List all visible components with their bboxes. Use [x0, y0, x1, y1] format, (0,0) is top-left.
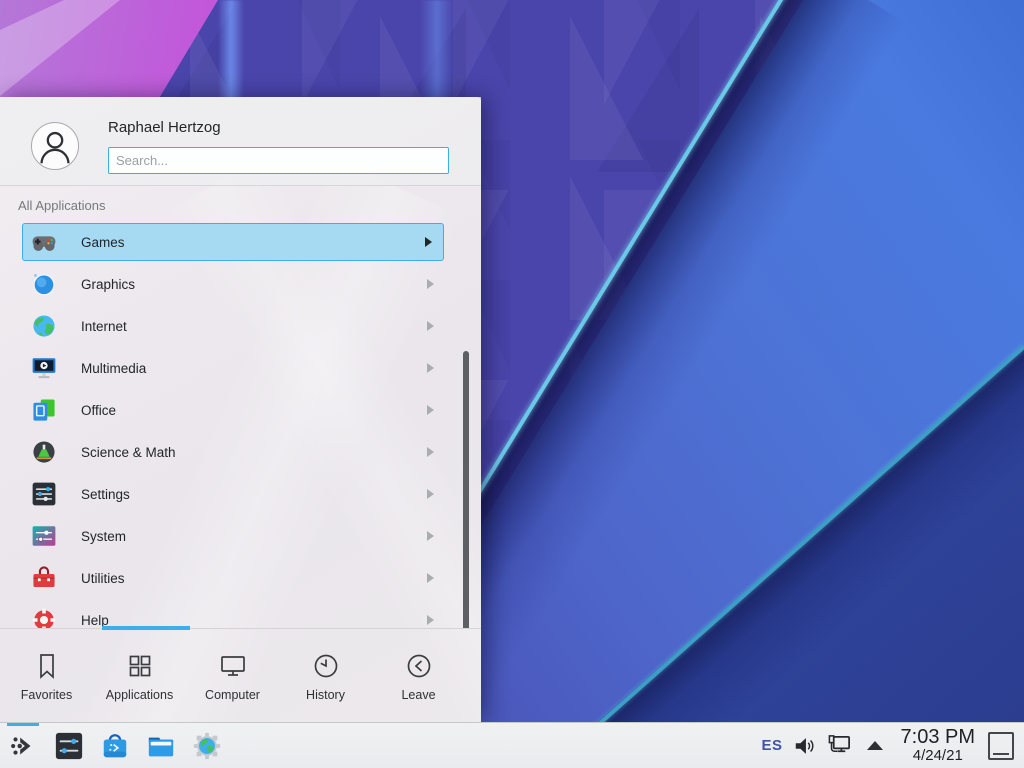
- taskbar-app-icons: [4, 723, 226, 768]
- category-row-settings[interactable]: Settings: [0, 473, 481, 515]
- bookmark-icon: [31, 650, 63, 682]
- sliders-icon: [31, 481, 57, 507]
- volume-icon[interactable]: [792, 733, 818, 759]
- clock-time: 7:03 PM: [901, 727, 975, 748]
- leave-icon: [403, 650, 435, 682]
- section-label: All Applications: [18, 198, 481, 213]
- tab-computer[interactable]: Computer: [186, 629, 279, 722]
- lifebuoy-icon: [31, 607, 57, 628]
- category-label: Science & Math: [81, 445, 176, 460]
- desktop: Raphael Hertzog All Applications Games: [0, 0, 1024, 768]
- flask-icon: [31, 439, 57, 465]
- category-row-help[interactable]: Help: [0, 599, 481, 628]
- grid-icon: [124, 650, 156, 682]
- system-settings-button[interactable]: [50, 723, 88, 768]
- show-desktop-button[interactable]: [988, 732, 1014, 760]
- keyboard-layout-indicator[interactable]: ES: [762, 737, 783, 754]
- category-row-games[interactable]: Games: [0, 221, 481, 263]
- submenu-arrow-icon: [427, 279, 434, 289]
- web-browser-button[interactable]: [188, 723, 226, 768]
- clock-date: 4/24/21: [901, 748, 975, 764]
- category-label: Office: [81, 403, 116, 418]
- active-app-indicator: [7, 723, 39, 726]
- launcher-tab-bar: Favorites Applications Computer: [0, 629, 481, 722]
- media-screen-icon: [31, 355, 57, 381]
- category-label: Internet: [81, 319, 127, 334]
- launcher-header: Raphael Hertzog: [0, 97, 481, 186]
- category-label: Graphics: [81, 277, 135, 292]
- category-row-internet[interactable]: Internet: [0, 305, 481, 347]
- tab-favorites[interactable]: Favorites: [0, 629, 93, 722]
- category-row-system[interactable]: System: [0, 515, 481, 557]
- wallpaper-gloss-streak: [420, 0, 454, 100]
- globe-icon: [31, 313, 57, 339]
- discover-button[interactable]: [96, 723, 134, 768]
- gamepad-icon: [31, 229, 57, 255]
- search-input[interactable]: [108, 147, 449, 174]
- digital-clock[interactable]: 7:03 PM 4/24/21: [897, 727, 979, 764]
- submenu-arrow-icon: [427, 363, 434, 373]
- kickoff-launcher-icon: [8, 731, 38, 761]
- application-launcher-button[interactable]: [4, 723, 42, 768]
- system-settings-icon: [54, 731, 84, 761]
- tab-applications[interactable]: Applications: [93, 629, 186, 722]
- toolbox-icon: [31, 565, 57, 591]
- submenu-arrow-icon: [427, 615, 434, 625]
- tab-leave[interactable]: Leave: [372, 629, 465, 722]
- system-sliders-icon: [31, 523, 57, 549]
- tab-label: Favorites: [21, 688, 72, 702]
- active-tab-indicator: [102, 626, 190, 630]
- category-row-office[interactable]: Office: [0, 389, 481, 431]
- submenu-arrow-icon: [427, 321, 434, 331]
- category-row-utilities[interactable]: Utilities: [0, 557, 481, 599]
- wallpaper-gloss-streak: [218, 0, 244, 100]
- category-row-science-math[interactable]: Science & Math: [0, 431, 481, 473]
- category-label: Multimedia: [81, 361, 146, 376]
- system-tray: ES 7:03 PM: [762, 727, 1024, 764]
- submenu-arrow-icon: [427, 489, 434, 499]
- tab-label: Computer: [205, 688, 260, 702]
- category-row-multimedia[interactable]: Multimedia: [0, 347, 481, 389]
- person-icon: [32, 123, 78, 169]
- list-scrollbar[interactable]: [463, 351, 469, 628]
- clock-icon: [310, 650, 342, 682]
- tab-label: Applications: [106, 688, 173, 702]
- category-label: Utilities: [81, 571, 125, 586]
- category-row-graphics[interactable]: Graphics: [0, 263, 481, 305]
- globe-gear-icon: [192, 731, 222, 761]
- taskbar-panel: ES 7:03 PM: [0, 722, 1024, 768]
- discover-bag-icon: [100, 731, 130, 761]
- folder-icon: [146, 731, 176, 761]
- monitor-icon: [217, 650, 249, 682]
- tab-label: History: [306, 688, 345, 702]
- tab-history[interactable]: History: [279, 629, 372, 722]
- submenu-arrow-icon: [427, 573, 434, 583]
- documents-icon: [31, 397, 57, 423]
- application-launcher-menu: Raphael Hertzog All Applications Games: [0, 97, 481, 722]
- file-manager-button[interactable]: [142, 723, 180, 768]
- sphere-icon: [31, 271, 57, 297]
- submenu-arrow-icon: [427, 447, 434, 457]
- tab-label: Leave: [401, 688, 435, 702]
- category-label: Games: [81, 235, 125, 250]
- user-avatar[interactable]: [31, 122, 79, 170]
- application-category-list: Games Graphics: [0, 217, 481, 628]
- submenu-arrow-icon: [427, 531, 434, 541]
- network-icon[interactable]: [827, 733, 853, 759]
- category-label: Settings: [81, 487, 130, 502]
- user-name: Raphael Hertzog: [108, 119, 221, 136]
- category-label: System: [81, 529, 126, 544]
- expand-tray-caret-icon[interactable]: [862, 733, 888, 759]
- submenu-arrow-icon: [427, 405, 434, 415]
- search-box: [108, 147, 449, 174]
- submenu-arrow-icon: [425, 237, 432, 247]
